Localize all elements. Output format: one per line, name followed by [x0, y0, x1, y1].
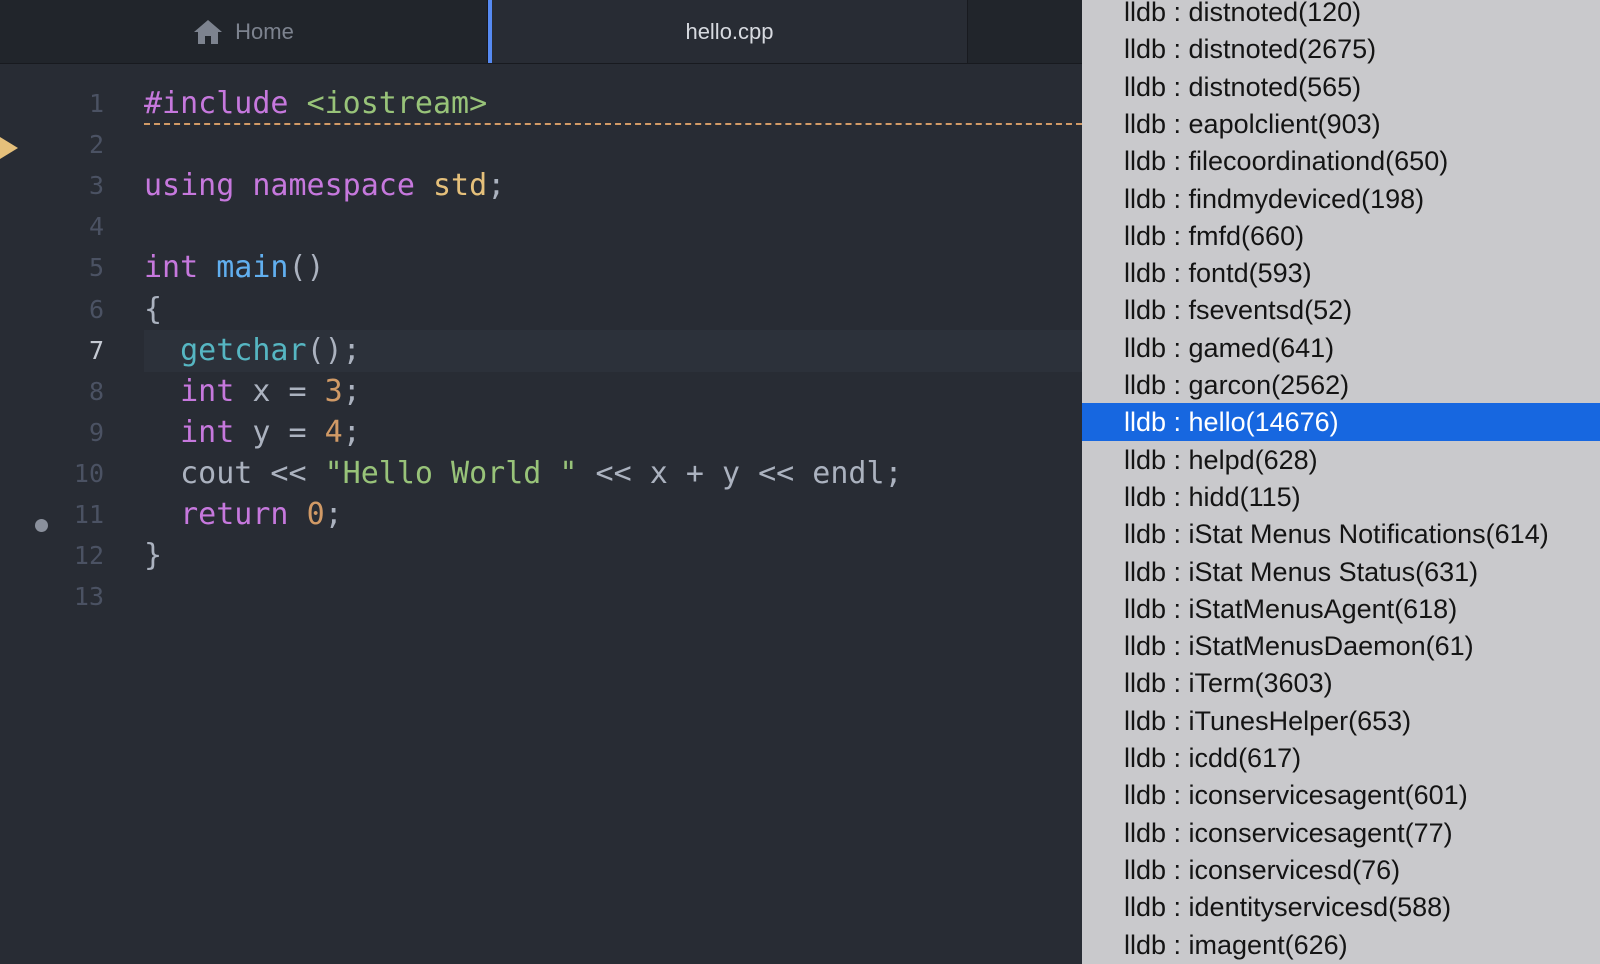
process-picker-list[interactable]: lldb : distnoted(120) lldb : distnoted(26…: [1082, 0, 1600, 964]
process-item[interactable]: lldb : iTerm(3603): [1082, 664, 1600, 702]
line-number[interactable]: 7: [0, 330, 104, 372]
process-item[interactable]: lldb : fontd(593): [1082, 254, 1600, 292]
line-number[interactable]: 10: [0, 453, 104, 495]
process-item[interactable]: lldb : filecoordinationd(650): [1082, 142, 1600, 180]
line-number[interactable]: 2: [0, 124, 104, 166]
tab-file-label: hello.cpp: [685, 18, 774, 44]
process-item[interactable]: lldb : iStatMenusAgent(618): [1082, 590, 1600, 628]
code-token: ;: [487, 168, 506, 204]
code-line[interactable]: [144, 124, 1082, 166]
line-number[interactable]: 1: [0, 83, 104, 125]
code-line[interactable]: [144, 206, 1082, 248]
code-token: << x + y << endl;: [577, 455, 903, 491]
process-item[interactable]: lldb : iStat Menus Status(631): [1082, 553, 1600, 591]
code-token: return: [180, 497, 307, 532]
process-item[interactable]: lldb : iStat Menus Notifications(614): [1082, 515, 1600, 553]
code-token: ;: [342, 414, 361, 450]
line-number[interactable]: 13: [0, 576, 104, 618]
code-token: <iostream>: [306, 86, 488, 121]
process-item[interactable]: lldb : identityservicesd(588): [1082, 888, 1600, 926]
line-number[interactable]: 11: [0, 494, 104, 536]
code-token: "Hello World ": [324, 455, 578, 491]
code-token: y =: [234, 414, 325, 450]
line-number[interactable]: 5: [0, 247, 104, 289]
code-token: int: [144, 250, 217, 286]
process-item-selected[interactable]: lldb : hello(14676): [1082, 403, 1600, 442]
line-number-gutter[interactable]: 1 2 3 4 5 6 7 8 9 10 11 12 13: [0, 63, 130, 964]
home-icon: [194, 19, 223, 44]
line-number[interactable]: 9: [0, 412, 104, 454]
code-token: ();: [306, 332, 361, 368]
code-line[interactable]: int x = 3;: [144, 371, 1082, 413]
code-line[interactable]: [144, 576, 1082, 618]
code-token: namespace: [252, 168, 433, 204]
code-line[interactable]: return 0;: [144, 494, 1082, 536]
code-token: int: [180, 414, 235, 450]
process-item[interactable]: lldb : iconservicesd(76): [1082, 851, 1600, 889]
line-number[interactable]: 6: [0, 289, 104, 331]
tab-home[interactable]: Home: [0, 0, 488, 63]
tab-home-label: Home: [235, 18, 294, 44]
code-line[interactable]: }: [144, 535, 1082, 577]
process-item[interactable]: lldb : fseventsd(52): [1082, 291, 1600, 329]
code-token: std: [433, 168, 488, 204]
code-token: main: [216, 250, 289, 286]
code-line[interactable]: {: [144, 289, 1082, 331]
code-token: {: [144, 291, 163, 327]
code-token: ;: [324, 497, 343, 532]
line-number[interactable]: 8: [0, 371, 104, 413]
process-item[interactable]: lldb : distnoted(120): [1082, 0, 1600, 31]
code-area[interactable]: #include <iostream> using namespace std; i…: [144, 63, 1082, 964]
code-line[interactable]: int y = 4;: [144, 412, 1082, 454]
process-item[interactable]: lldb : iconservicesagent(601): [1082, 776, 1600, 814]
process-item[interactable]: lldb : iStatMenusDaemon(61): [1082, 627, 1600, 665]
code-token: using: [144, 168, 253, 204]
code-line[interactable]: using namespace std;: [144, 165, 1082, 207]
code-editor[interactable]: Home hello.cpp 1 2 3 4 5 6 7 8 9 10 11 12 13 #includ…: [0, 0, 1082, 964]
code-token: x =: [234, 373, 325, 409]
process-item[interactable]: lldb : distnoted(2675): [1082, 30, 1600, 68]
code-token: getchar: [180, 332, 307, 368]
process-item[interactable]: lldb : icdd(617): [1082, 739, 1600, 777]
code-line[interactable]: getchar();: [144, 329, 1082, 372]
code-token: cout <<: [144, 455, 325, 491]
code-line[interactable]: int main(): [144, 247, 1082, 289]
code-line[interactable]: cout << "Hello World " << x + y << endl;: [144, 453, 1082, 495]
code-token: 3: [324, 373, 343, 409]
tab-bar: Home hello.cpp: [0, 0, 1082, 64]
process-item[interactable]: lldb : hidd(115): [1082, 478, 1600, 516]
process-item[interactable]: lldb : gamed(641): [1082, 329, 1600, 367]
code-token: int: [180, 373, 235, 409]
process-item[interactable]: lldb : findmydeviced(198): [1082, 180, 1600, 218]
code-token: 0: [306, 497, 325, 532]
process-item[interactable]: lldb : iTunesHelper(653): [1082, 702, 1600, 740]
code-token: ;: [342, 373, 361, 409]
process-item[interactable]: lldb : imagent(626): [1082, 926, 1600, 964]
code-token: (): [288, 250, 325, 286]
tab-hello-cpp[interactable]: hello.cpp: [488, 0, 968, 63]
line-number[interactable]: 4: [0, 206, 104, 248]
process-item[interactable]: lldb : helpd(628): [1082, 441, 1600, 479]
process-item[interactable]: lldb : distnoted(565): [1082, 68, 1600, 106]
code-token: #include: [144, 86, 307, 121]
process-item[interactable]: lldb : iconservicesagent(77): [1082, 814, 1600, 852]
line-number[interactable]: 3: [0, 165, 104, 207]
process-item[interactable]: lldb : garcon(2562): [1082, 366, 1600, 404]
code-line[interactable]: #include <iostream>: [144, 83, 1082, 125]
line-number[interactable]: 12: [0, 535, 104, 577]
process-item[interactable]: lldb : eapolclient(903): [1082, 105, 1600, 143]
process-item[interactable]: lldb : fmfd(660): [1082, 217, 1600, 255]
code-token: 4: [324, 414, 343, 450]
code-token: }: [144, 538, 163, 574]
